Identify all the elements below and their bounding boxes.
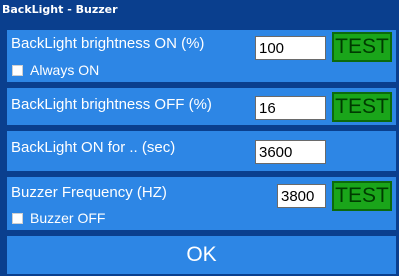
window-title: BackLight - Buzzer bbox=[0, 0, 399, 20]
ok-button[interactable]: OK bbox=[7, 236, 396, 274]
backlight-time-panel: BackLight ON for .. (sec) bbox=[7, 131, 396, 171]
backlight-on-panel: BackLight brightness ON (%) Always ON TE… bbox=[7, 30, 396, 82]
backlight-off-label: BackLight brightness OFF (%) bbox=[11, 96, 212, 113]
buzzer-frequency-input[interactable] bbox=[277, 184, 326, 208]
backlight-time-label: BackLight ON for .. (sec) bbox=[11, 139, 176, 156]
buzzer-panel: Buzzer Frequency (HZ) Buzzer OFF TEST bbox=[7, 177, 396, 230]
backlight-on-input[interactable] bbox=[255, 36, 326, 60]
backlight-on-test-button[interactable]: TEST bbox=[332, 32, 392, 62]
backlight-off-panel: BackLight brightness OFF (%) TEST bbox=[7, 88, 396, 125]
always-on-label[interactable]: Always ON bbox=[30, 62, 99, 78]
buzzer-off-checkbox[interactable] bbox=[12, 213, 23, 224]
backlight-off-test-button[interactable]: TEST bbox=[332, 92, 392, 122]
buzzer-test-button[interactable]: TEST bbox=[332, 181, 392, 211]
backlight-on-label: BackLight brightness ON (%) bbox=[11, 35, 205, 52]
buzzer-frequency-label: Buzzer Frequency (HZ) bbox=[11, 184, 167, 201]
backlight-time-input[interactable] bbox=[255, 140, 326, 164]
backlight-off-input[interactable] bbox=[255, 96, 326, 120]
buzzer-off-label[interactable]: Buzzer OFF bbox=[30, 210, 105, 226]
always-on-checkbox[interactable] bbox=[12, 65, 23, 76]
